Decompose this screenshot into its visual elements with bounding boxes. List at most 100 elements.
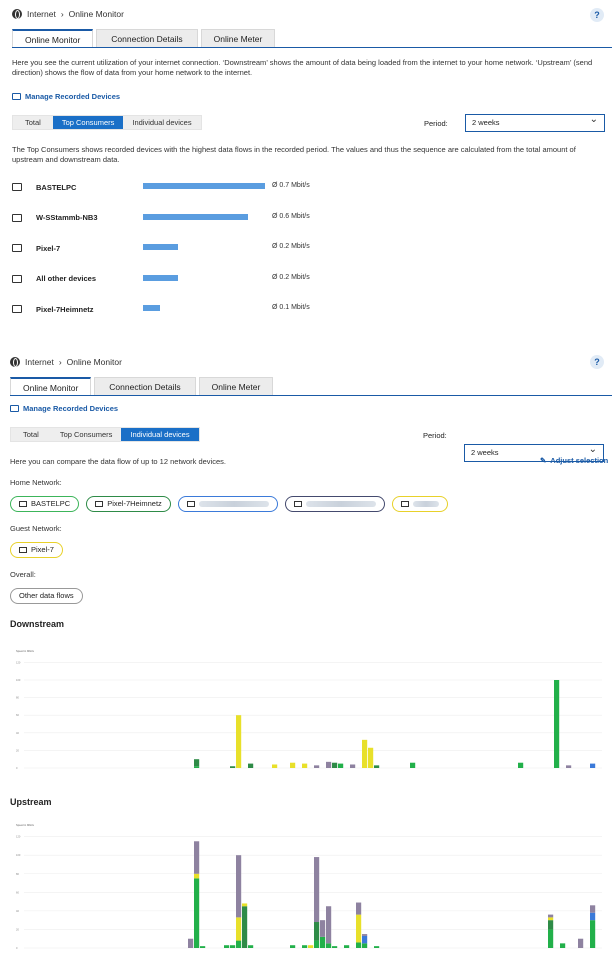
- bar-segment[interactable]: [242, 903, 248, 907]
- device-usage-bar: [143, 305, 161, 311]
- bar-segment[interactable]: [362, 935, 368, 944]
- tab-online-meter[interactable]: Online Meter: [200, 29, 276, 48]
- bar-segment[interactable]: [302, 763, 308, 768]
- bar-segment[interactable]: [326, 943, 332, 948]
- y-axis-label: Speed in Mbit/s: [16, 823, 35, 827]
- bar-segment[interactable]: [314, 857, 320, 923]
- adjust-selection-link[interactable]: ✎ Adjust selection: [540, 456, 608, 465]
- bar-segment[interactable]: [374, 946, 380, 948]
- bar-segment[interactable]: [332, 946, 338, 948]
- bar-segment[interactable]: [194, 873, 200, 879]
- segment-individual-devices[interactable]: Individual devices: [121, 428, 199, 441]
- bar-segment[interactable]: [410, 762, 416, 768]
- bar-segment[interactable]: [290, 945, 296, 948]
- breadcrumb-internet[interactable]: Internet: [25, 357, 54, 367]
- bar-segment[interactable]: [362, 739, 368, 768]
- bar-segment[interactable]: [242, 906, 248, 948]
- bar-segment[interactable]: [332, 762, 338, 768]
- bar-segment[interactable]: [326, 761, 332, 768]
- bar-segment[interactable]: [368, 747, 374, 768]
- bar-segment[interactable]: [326, 906, 332, 944]
- segment-total[interactable]: Total: [13, 116, 53, 129]
- bar-segment[interactable]: [290, 762, 296, 768]
- device-chip[interactable]: Pixel-7Heimnetz: [86, 496, 171, 512]
- bar-segment[interactable]: [362, 943, 368, 948]
- bar-segment[interactable]: [314, 765, 320, 768]
- segment-total[interactable]: Total: [11, 428, 51, 441]
- tab-online-meter[interactable]: Online Meter: [198, 377, 274, 396]
- bar-segment[interactable]: [236, 715, 242, 768]
- bar-segment[interactable]: [518, 762, 524, 768]
- device-chip[interactable]: BASTELPC: [10, 496, 80, 512]
- bar-segment[interactable]: [554, 680, 560, 768]
- bar-segment[interactable]: [356, 914, 362, 943]
- bar-segment[interactable]: [194, 878, 200, 948]
- bar-segment[interactable]: [314, 940, 320, 948]
- y-axis-label: Speed in Mbit/s: [16, 649, 35, 653]
- bar-segment[interactable]: [590, 905, 596, 913]
- bar-segment[interactable]: [308, 945, 314, 948]
- help-button-2[interactable]: ?: [590, 355, 604, 369]
- device-icon: [95, 501, 104, 507]
- bar-segment[interactable]: [314, 922, 320, 941]
- bar-segment[interactable]: [230, 945, 236, 948]
- bar-segment[interactable]: [374, 765, 380, 768]
- bar-segment[interactable]: [194, 759, 200, 767]
- device-chip[interactable]: Pixel-7: [10, 542, 63, 558]
- bar-segment[interactable]: [320, 936, 326, 948]
- bar-segment[interactable]: [188, 938, 194, 948]
- bar-segment[interactable]: [566, 765, 572, 768]
- bar-segment[interactable]: [236, 917, 242, 941]
- bar-segment[interactable]: [548, 914, 554, 918]
- bar-segment[interactable]: [230, 766, 236, 768]
- segment-top-consumers[interactable]: Top Consumers: [52, 116, 124, 129]
- device-row[interactable]: Pixel-7: [12, 242, 60, 254]
- bar-segment[interactable]: [272, 764, 278, 768]
- bar-segment[interactable]: [548, 920, 554, 930]
- device-chip[interactable]: Other data flows: [10, 588, 83, 604]
- tab-connection-details[interactable]: Connection Details: [96, 29, 198, 48]
- tab-online-monitor[interactable]: Online Monitor: [10, 377, 92, 396]
- guest-network-label: Guest Network:: [10, 524, 62, 533]
- bar-segment[interactable]: [200, 946, 206, 948]
- bar-segment[interactable]: [356, 902, 362, 915]
- bar-segment[interactable]: [350, 764, 356, 768]
- period-select[interactable]: 2 weeks: [465, 112, 605, 132]
- manage-devices-link[interactable]: Manage Recorded Devices: [12, 92, 120, 101]
- device-chip[interactable]: [391, 496, 448, 512]
- bar-segment[interactable]: [224, 945, 230, 948]
- bar-segment[interactable]: [236, 855, 242, 918]
- device-row[interactable]: Pixel-7Heimnetz: [12, 303, 94, 315]
- bar-segment[interactable]: [338, 763, 344, 768]
- bar-segment[interactable]: [344, 945, 350, 948]
- chip-label: Other data flows: [19, 591, 74, 600]
- bar-segment[interactable]: [590, 920, 596, 948]
- bar-segment[interactable]: [548, 917, 554, 921]
- bar-segment[interactable]: [362, 934, 368, 936]
- segment-top-consumers[interactable]: Top Consumers: [51, 428, 122, 441]
- bar-segment[interactable]: [356, 942, 362, 948]
- bar-segment[interactable]: [590, 912, 596, 921]
- tab-online-monitor[interactable]: Online Monitor: [12, 29, 94, 48]
- device-chip[interactable]: [177, 496, 278, 512]
- device-row[interactable]: All other devices: [12, 273, 96, 285]
- bar-segment[interactable]: [560, 943, 566, 948]
- tab-connection-details[interactable]: Connection Details: [94, 377, 196, 396]
- breadcrumb-internet[interactable]: Internet: [27, 9, 56, 19]
- help-button[interactable]: ?: [590, 8, 604, 22]
- device-row[interactable]: BASTELPC: [12, 181, 76, 193]
- segment-individual-devices[interactable]: Individual devices: [123, 116, 200, 129]
- bar-segment[interactable]: [590, 763, 596, 768]
- bar-segment[interactable]: [548, 929, 554, 948]
- manage-devices-link-2[interactable]: Manage Recorded Devices: [10, 404, 118, 413]
- bar-segment[interactable]: [302, 945, 308, 948]
- bar-segment[interactable]: [248, 763, 254, 768]
- device-chip[interactable]: [284, 496, 385, 512]
- bar-segment[interactable]: [194, 841, 200, 874]
- bar-segment[interactable]: [236, 940, 242, 948]
- device-row[interactable]: W-SStammb-NB3: [12, 212, 98, 224]
- bar-segment[interactable]: [578, 938, 584, 948]
- bar-segment[interactable]: [248, 945, 254, 948]
- bar-segment[interactable]: [320, 920, 326, 937]
- bar-segment[interactable]: [194, 766, 200, 768]
